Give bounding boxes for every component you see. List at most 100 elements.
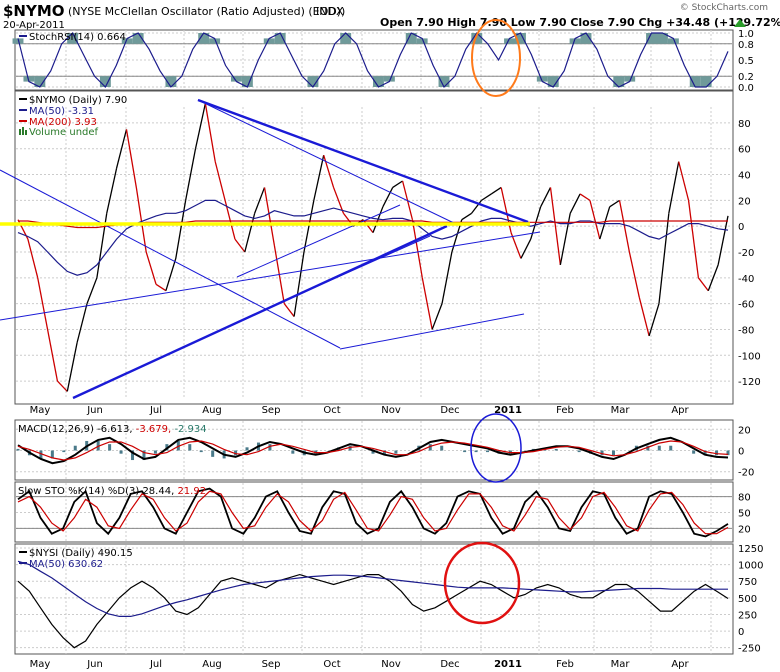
y-tick-label: 20	[738, 524, 751, 535]
x-month-label: Sep	[262, 405, 281, 416]
macd-histogram-bar	[119, 450, 123, 454]
macd-histogram-bar	[211, 450, 215, 457]
y-tick-label: 750	[738, 577, 757, 588]
macd-histogram-bar	[108, 444, 112, 451]
chart-date: 20-Apr-2011	[3, 20, 65, 31]
macd-histogram-bar	[463, 450, 467, 453]
x-month-label: Mar	[611, 659, 631, 670]
x-month-label: Jun	[86, 405, 103, 416]
y-tick-label: 0.2	[738, 72, 754, 83]
y-tick-label: 500	[738, 594, 757, 605]
nysi-legend-main: $NYSI (Daily) 490.15	[29, 548, 133, 559]
macd-histogram-bar	[291, 450, 295, 454]
sto-legend: Slow STO %K(14) %D(3) 28.44, 21.92	[18, 486, 206, 497]
x-month-label: Jul	[149, 405, 162, 416]
y-tick-label: -100	[738, 351, 761, 362]
y-tick-label: 80	[738, 493, 751, 504]
y-tick-label: 0	[738, 447, 744, 458]
macd-legend-v1: -6.613,	[97, 424, 132, 435]
macd-histogram-bar	[440, 445, 444, 451]
y-tick-label: 0	[738, 627, 744, 638]
y-tick-label: 0.0	[738, 83, 754, 94]
macd-histogram-bar	[657, 445, 661, 451]
macd-histogram-bar	[73, 445, 77, 451]
y-tick-label: 1.0	[738, 29, 754, 40]
y-tick-label: 250	[738, 610, 757, 621]
stochrsi-fill-band	[340, 33, 352, 44]
svg-text:MACD(12,26,9) -6.613, -3.679,: MACD(12,26,9) -6.613, -3.679, -2.934	[18, 424, 207, 435]
macd-histogram-bar	[554, 448, 558, 451]
macd-histogram-bar	[669, 445, 673, 451]
stochrsi-fill-band	[438, 76, 450, 87]
nysi-panel	[14, 543, 734, 655]
macd-histogram-bar	[715, 450, 719, 456]
macd-histogram-bar	[394, 450, 398, 454]
y-tick-label: -250	[738, 644, 761, 655]
x-month-label: Aug	[202, 659, 222, 670]
macd-histogram-bar	[188, 444, 192, 451]
x-month-label: Jun	[86, 659, 103, 670]
macd-histogram-bar	[16, 448, 20, 451]
sto-legend-prefix: Slow STO %K(14) %D(3)	[18, 486, 139, 497]
quote-line: Open 7.90 High 7.90 Low 7.90 Close 7.90 …	[380, 16, 780, 29]
stock-chart: $NYMO (NYSE McClellan Oscillator (Ratio …	[0, 2, 780, 670]
stochrsi-fill-band	[689, 76, 701, 87]
macd-legend-v3: -2.934	[174, 424, 206, 435]
symbol-description: (NYSE McClellan Oscillator (Ratio Adjust…	[68, 5, 345, 18]
x-month-label: Dec	[440, 405, 459, 416]
x-month-label: Dec	[440, 659, 459, 670]
y-tick-label: -120	[738, 377, 761, 388]
y-tick-label: -40	[738, 274, 754, 285]
x-month-label: Apr	[671, 659, 689, 670]
y-tick-label: 60	[738, 145, 751, 156]
y-tick-label: 50	[738, 509, 751, 520]
y-tick-label: 0.8	[738, 40, 754, 51]
x-month-label: 2011	[494, 405, 522, 416]
nymo-legend-ma50: MA(50) -3.31	[29, 106, 94, 117]
x-month-label: Sep	[262, 659, 281, 670]
macd-legend-v2: -3.679,	[136, 424, 171, 435]
x-month-label: Feb	[556, 405, 574, 416]
x-month-label: 2011	[494, 659, 522, 670]
sto-legend-k: 28.44,	[142, 486, 174, 497]
x-month-label: May	[30, 659, 51, 670]
macd-histogram-bar	[486, 450, 490, 453]
x-month-label: Jul	[149, 659, 162, 670]
y-tick-label: -20	[738, 248, 754, 259]
x-month-label: Nov	[381, 405, 401, 416]
macd-legend: MACD(12,26,9) -6.613, -3.679, -2.934	[18, 424, 207, 435]
y-tick-label: 1250	[738, 544, 763, 555]
svg-text:Slow STO %K(14) %D(3) 28.44, 2: Slow STO %K(14) %D(3) 28.44, 21.92	[18, 486, 206, 497]
y-tick-label: -80	[738, 325, 754, 336]
macd-histogram-bar	[245, 447, 249, 451]
macd-histogram-bar	[153, 450, 157, 454]
macd-histogram-bar	[62, 450, 66, 453]
nymo-legend-main: $NYMO (Daily) 7.90	[29, 95, 127, 106]
y-tick-label: -20	[738, 468, 754, 479]
stochrsi-legend-text: StochRSI(14) 0.664	[29, 32, 126, 43]
y-tick-label: -60	[738, 300, 754, 311]
exchange-label: INDX	[316, 5, 344, 18]
symbol-title: $NYMO	[3, 2, 65, 20]
macd-histogram-bar	[199, 450, 203, 453]
x-month-label: Aug	[202, 405, 222, 416]
macd-histogram-bar	[611, 450, 615, 456]
y-tick-label: 80	[738, 119, 751, 130]
stochrsi-fill-band	[646, 33, 657, 44]
macd-histogram-bar	[692, 450, 696, 454]
stochrsi-fill-band	[700, 76, 712, 87]
x-month-label: Apr	[671, 405, 689, 416]
y-tick-label: 40	[738, 171, 751, 182]
y-tick-label: 20	[738, 425, 751, 436]
watermark: © StockCharts.com	[680, 3, 768, 13]
sto-legend-d: 21.92	[177, 486, 206, 497]
x-month-label: Nov	[381, 659, 401, 670]
x-month-label: Feb	[556, 659, 574, 670]
x-month-label: Oct	[323, 659, 340, 670]
stochrsi-legend: StochRSI(14) 0.664	[19, 32, 126, 43]
macd-histogram-bar	[577, 450, 581, 453]
x-month-label: Mar	[611, 405, 631, 416]
x-month-label: Oct	[323, 405, 340, 416]
y-tick-label: 1000	[738, 561, 763, 572]
nysi-legend-ma: MA(50) 630.62	[29, 559, 103, 570]
